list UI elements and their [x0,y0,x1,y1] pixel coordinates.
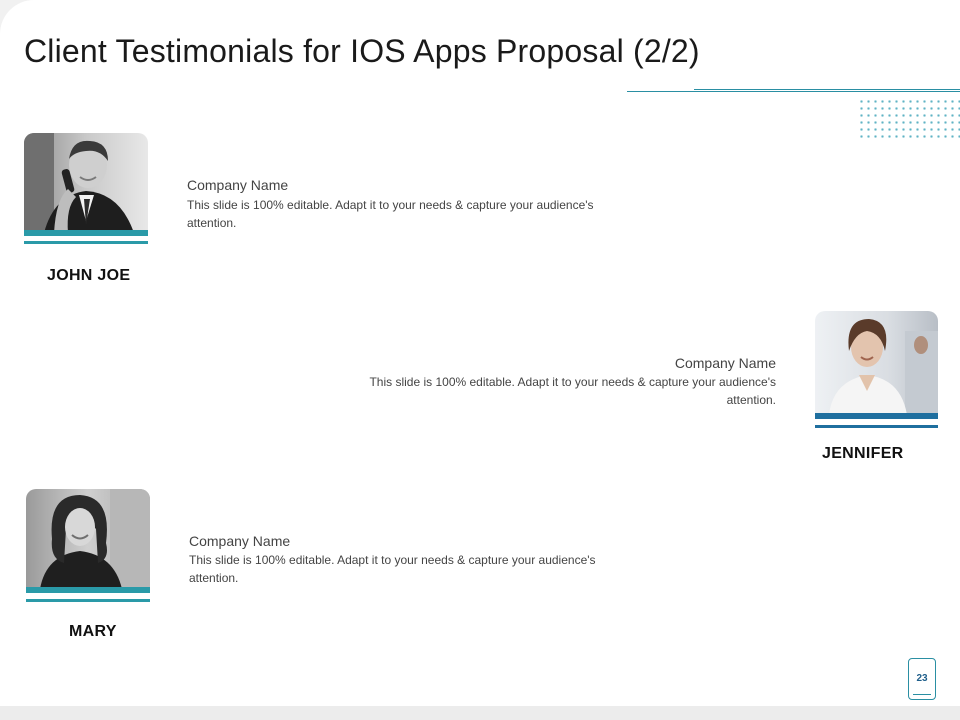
john-joe-photo [24,133,148,233]
mary-accent-line [26,599,150,602]
title-underline [627,91,960,92]
john-joe-company: Company Name [187,177,289,193]
page-number-badge: 23 [908,658,936,700]
jennifer-photo [815,311,938,415]
slide: Client Testimonials for IOS Apps Proposa… [0,0,960,706]
jennifer-accent-line [815,425,938,428]
mary-company: Company Name [189,533,291,549]
mary-photo [26,489,150,589]
page-badge-line [913,694,931,695]
bottom-bar [0,706,960,720]
jennifer-accent-bar [815,413,938,419]
mary-name: MARY [69,623,117,640]
mary-testimonial-text: This slide is 100% editable. Adapt it to… [189,553,596,585]
john-joe-testimonial-text: This slide is 100% editable. Adapt it to… [187,198,594,230]
title-underline-accent [694,89,960,90]
page-number: 23 [916,673,928,684]
john-joe-name: JOHN JOE [47,267,131,284]
john-joe-accent-bar [24,230,148,236]
dot-pattern-decoration [858,98,960,140]
jennifer-name: JENNIFER [822,445,904,462]
slide-title: Client Testimonials for IOS Apps Proposa… [24,33,700,69]
jennifer-company: Company Name [674,355,776,371]
john-joe-accent-line [24,241,148,244]
jennifer-testimonial-text: This slide is 100% editable. Adapt it to… [369,375,776,407]
mary-accent-bar [26,587,150,593]
